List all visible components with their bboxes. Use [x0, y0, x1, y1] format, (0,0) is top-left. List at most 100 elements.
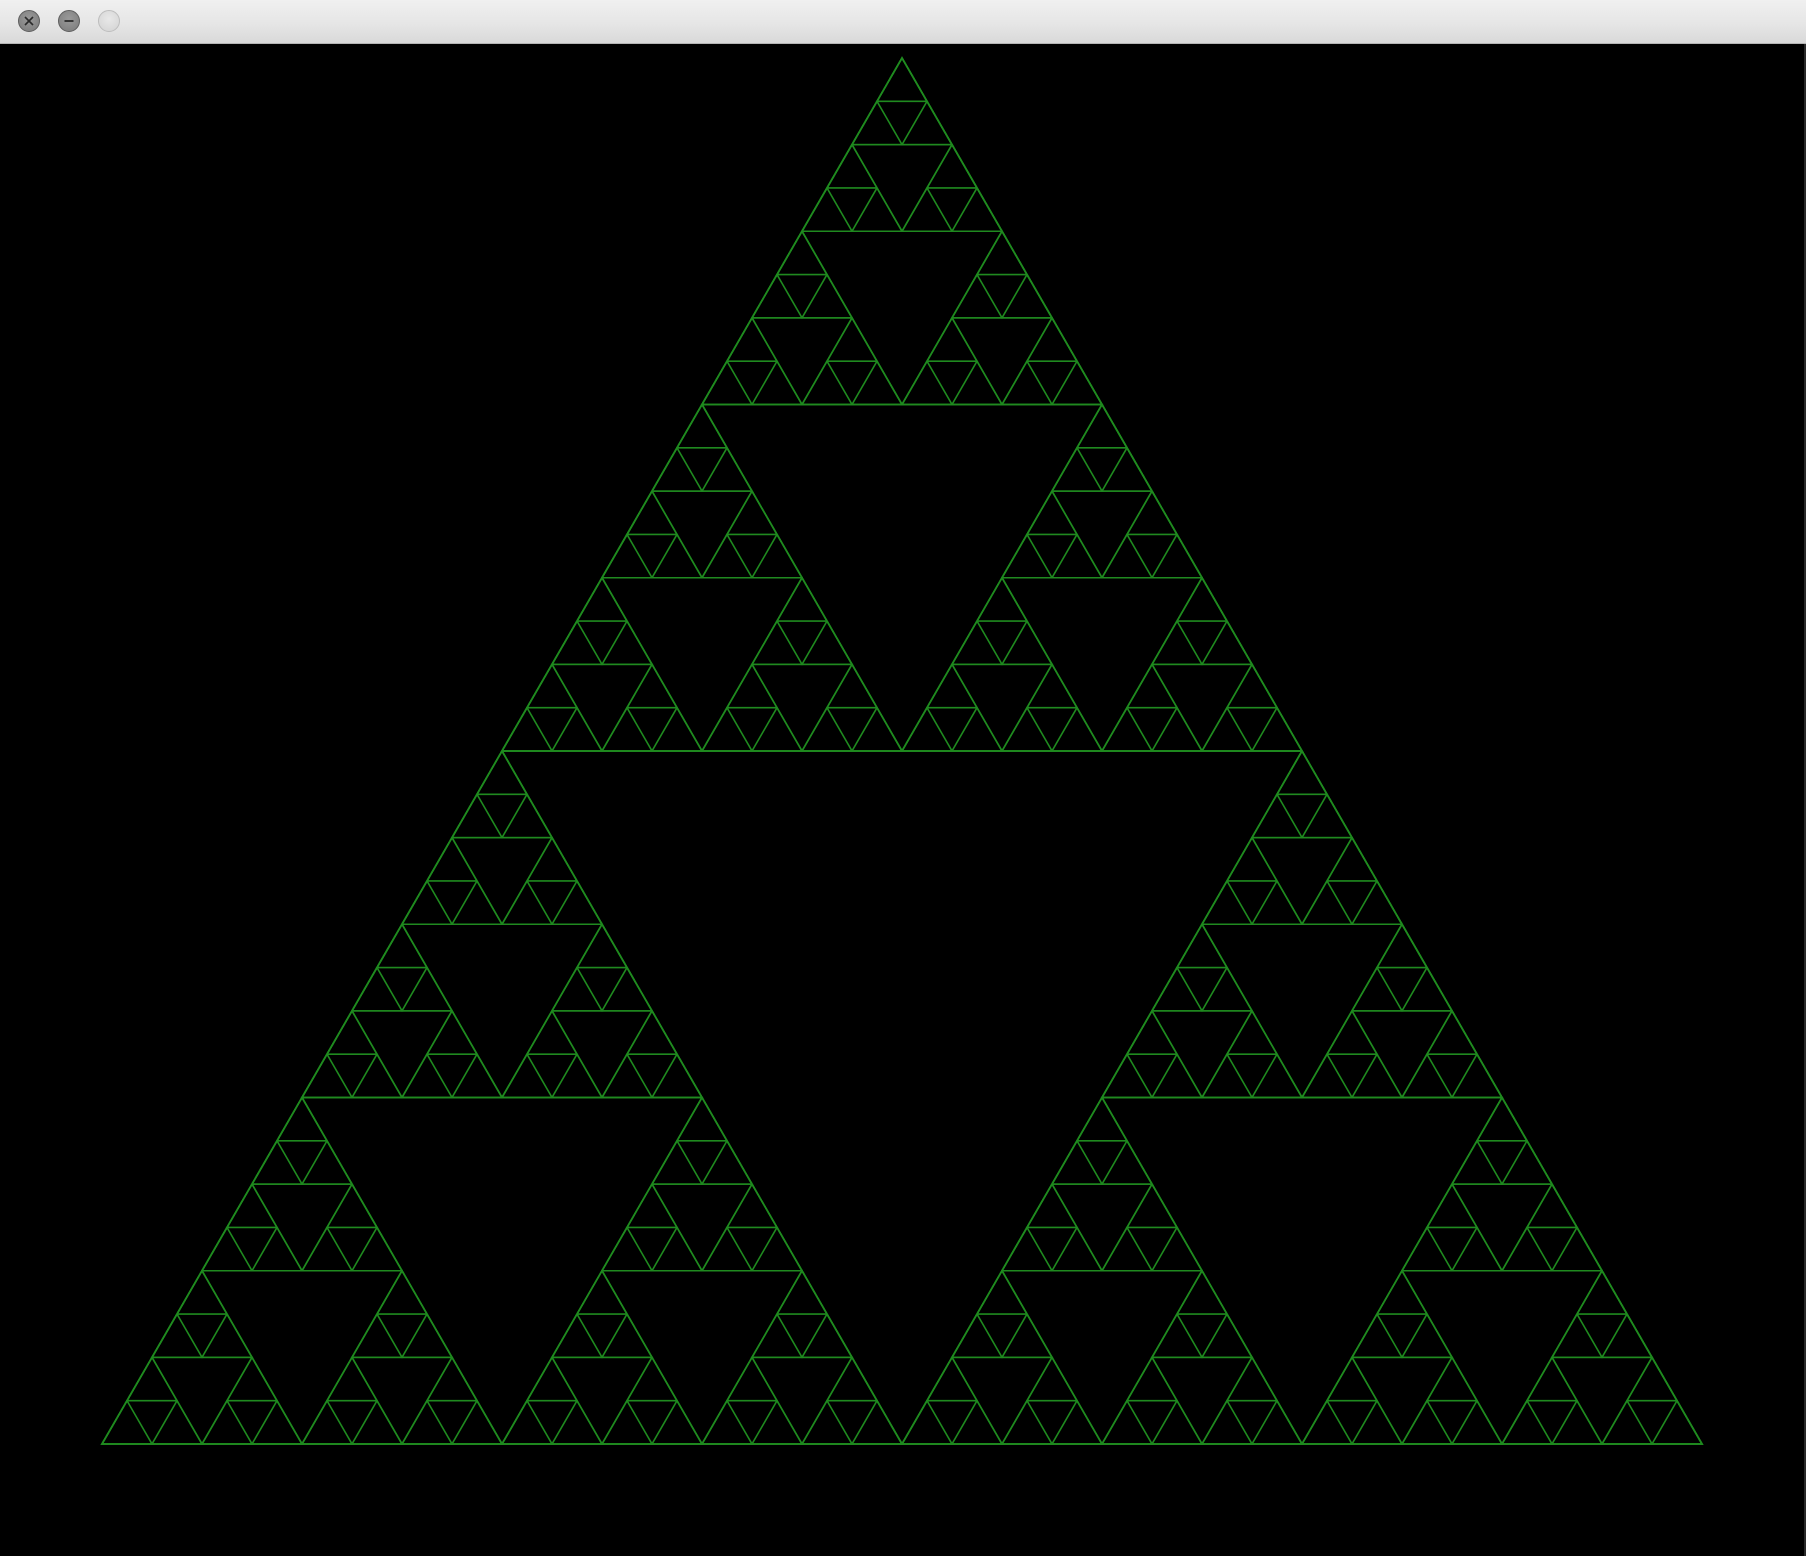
- triangle-outline: [1200, 879, 1254, 926]
- triangle-outline: [950, 272, 1004, 319]
- triangle-outline: [550, 1052, 604, 1099]
- triangle-outline: [850, 359, 904, 406]
- triangle-outline: [1000, 706, 1054, 752]
- triangle-outline: [725, 316, 779, 362]
- triangle-outline: [425, 1009, 479, 1055]
- triangle-outline: [1400, 965, 1454, 1012]
- triangle-outline: [1200, 1399, 1254, 1445]
- triangle-outline: [550, 1312, 604, 1359]
- triangle-outline: [1100, 1052, 1154, 1099]
- triangle-outline: [300, 1139, 354, 1185]
- triangle-outline: [800, 619, 854, 666]
- triangle-outline: [1250, 792, 1304, 839]
- triangle-outline: [1250, 706, 1304, 752]
- triangle-outline: [925, 1355, 979, 1402]
- triangle-outline: [725, 1355, 779, 1402]
- triangle-outline: [500, 792, 554, 839]
- fractal-lines: [100, 56, 1704, 1445]
- triangle-outline: [1125, 1355, 1179, 1402]
- triangle-outline: [1275, 749, 1329, 796]
- triangle-outline: [1425, 1355, 1479, 1402]
- triangle-outline: [1150, 965, 1204, 1012]
- triangle-outline: [600, 1399, 654, 1445]
- triangle-outline: [1250, 879, 1304, 926]
- triangle-outline: [850, 1399, 904, 1445]
- triangle-outline: [650, 1225, 704, 1272]
- triangle-outline: [1075, 402, 1129, 449]
- triangle-outline: [950, 359, 1004, 406]
- triangle-outline: [550, 965, 604, 1012]
- triangle-outline: [200, 1312, 254, 1359]
- close-button[interactable]: [18, 10, 40, 32]
- triangle-outline: [1500, 1139, 1554, 1185]
- triangle-outline: [100, 1399, 154, 1445]
- triangle-outline: [1450, 1399, 1504, 1445]
- triangle-outline: [550, 879, 604, 926]
- triangle-outline: [800, 359, 854, 406]
- triangle-outline: [525, 1009, 579, 1055]
- triangle-outline: [400, 879, 454, 926]
- triangle-outline: [900, 706, 954, 752]
- triangle-outline: [500, 1399, 554, 1445]
- triangle-outline: [1150, 706, 1204, 752]
- triangle-outline: [775, 576, 829, 622]
- triangle-outline: [225, 1355, 279, 1402]
- triangle-outline: [975, 1269, 1029, 1315]
- triangle-outline: [1125, 489, 1179, 536]
- triangle-outline: [525, 836, 579, 882]
- triangle-outline: [1200, 706, 1254, 752]
- triangle-outline: [825, 1355, 879, 1402]
- triangle-outline: [1575, 1269, 1629, 1315]
- triangle-outline: [325, 1009, 379, 1055]
- title-bar[interactable]: [0, 0, 1806, 44]
- triangle-outline: [325, 1182, 379, 1229]
- triangle-outline: [625, 1009, 679, 1055]
- triangle-outline: [525, 1355, 579, 1402]
- minimize-button[interactable]: [58, 10, 80, 32]
- triangle-outline: [400, 965, 454, 1012]
- triangle-outline: [1300, 1399, 1354, 1445]
- triangle-outline: [1150, 532, 1204, 579]
- triangle-outline: [750, 359, 804, 406]
- triangle-outline: [600, 1052, 654, 1099]
- triangle-outline: [1050, 1225, 1104, 1272]
- triangle-outline: [575, 922, 629, 969]
- triangle-outline: [1225, 836, 1279, 882]
- triangle-outline: [1350, 879, 1404, 926]
- triangle-outline: [600, 965, 654, 1012]
- triangle-outline: [950, 619, 1004, 666]
- triangle-outline: [750, 1399, 804, 1445]
- triangle-outline: [950, 706, 1004, 752]
- triangle-outline: [625, 1355, 679, 1402]
- triangle-outline: [1100, 706, 1154, 752]
- triangle-outline: [1375, 922, 1429, 969]
- triangle-outline: [1200, 1052, 1254, 1099]
- drawing-canvas: [0, 44, 1806, 1556]
- triangle-outline: [950, 186, 1004, 233]
- triangle-outline: [925, 143, 979, 189]
- triangle-outline: [700, 446, 754, 492]
- triangle-outline: [1050, 1399, 1104, 1445]
- triangle-outline: [375, 922, 429, 969]
- triangle-outline: [1075, 1095, 1129, 1142]
- triangle-outline: [1175, 922, 1229, 969]
- triangle-outline: [675, 402, 729, 449]
- triangle-outline: [350, 1399, 404, 1445]
- triangle-outline: [1150, 1399, 1204, 1445]
- triangle-outline: [450, 1052, 504, 1099]
- triangle-outline: [1650, 1399, 1704, 1445]
- triangle-outline: [250, 1139, 304, 1185]
- triangle-outline: [900, 359, 954, 406]
- triangle-outline: [300, 1052, 354, 1099]
- triangle-outline: [950, 1312, 1004, 1359]
- zoom-button[interactable]: [98, 10, 120, 32]
- triangle-outline: [400, 1052, 454, 1099]
- triangle-outline: [1100, 1139, 1154, 1185]
- triangle-outline: [975, 576, 1029, 622]
- triangle-outline: [450, 1399, 504, 1445]
- triangle-outline: [600, 619, 654, 666]
- triangle-outline: [1025, 662, 1079, 709]
- triangle-outline: [600, 532, 654, 579]
- triangle-outline: [800, 186, 854, 233]
- triangle-outline: [1225, 662, 1279, 709]
